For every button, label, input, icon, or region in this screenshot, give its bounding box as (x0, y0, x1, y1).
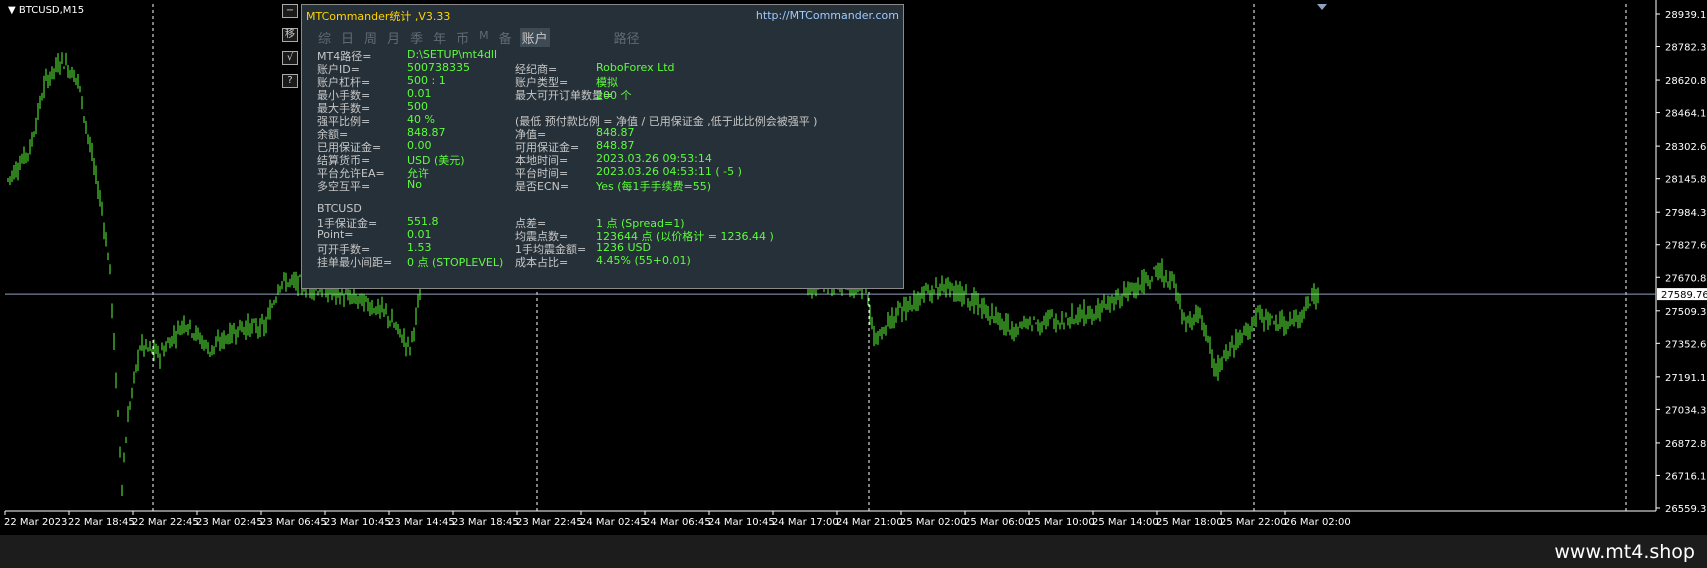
time-tick-label: 25 Mar 06:00 (964, 517, 1031, 528)
time-tick-label: 26 Mar 02:00 (1284, 517, 1351, 528)
info-v1-value: 500 : 1 (407, 74, 446, 87)
time-tick-label: 23 Mar 10:45 (324, 517, 391, 528)
info-v1-value: 0.01 (407, 228, 432, 241)
info-v2-value: 1236 USD (596, 241, 651, 254)
price-tick-label: 27034.35 (1665, 405, 1707, 416)
price-tick-label: 28302.60 (1665, 142, 1707, 153)
info-v1-value: 1.53 (407, 241, 432, 254)
price-tick-label: 27984.35 (1665, 208, 1707, 219)
price-tick-label: 27670.85 (1665, 273, 1707, 284)
time-tick-label: 22 Mar 18:45 (68, 517, 135, 528)
time-tick-label: 25 Mar 10:00 (1028, 517, 1095, 528)
time-tick-label: 23 Mar 14:45 (388, 517, 455, 528)
info-v2-value: 2023.03.26 09:53:14 (596, 152, 712, 165)
time-tick-label: 23 Mar 06:45 (260, 517, 327, 528)
time-tick-label: 25 Mar 14:00 (1092, 517, 1159, 528)
price-tick-label: 26716.10 (1665, 471, 1707, 482)
info-v2-value: RoboForex Ltd (596, 61, 675, 74)
info-v2-value: 200 个 (596, 89, 632, 102)
info-v1-value: 0 点 (STOPLEVEL) (407, 256, 504, 269)
info-v1-value: 551.8 (407, 215, 439, 228)
dropdown-triangle-icon[interactable]: ▼ (8, 5, 16, 16)
symbol-timeframe-label: ▼ BTCUSD,M15 (8, 5, 84, 16)
price-tick-label: 26872.85 (1665, 439, 1707, 450)
info-v1-value: 0.01 (407, 87, 432, 100)
tab-backup[interactable]: 备 (497, 28, 514, 47)
symbol-section-title: BTCUSD (317, 202, 362, 215)
info-v2-value: Yes (每1手手续费=55) (596, 180, 712, 193)
price-tick-label: 27352.60 (1665, 339, 1707, 350)
time-tick-label: 24 Mar 06:45 (644, 517, 711, 528)
time-tick-label: 24 Mar 17:00 (772, 517, 839, 528)
time-tick-label: 24 Mar 21:00 (836, 517, 903, 528)
info-v1-value: No (407, 178, 422, 191)
mtcommander-stats-panel: MTCommander统计 ,V3.33 http://MTCommander.… (301, 4, 904, 289)
tab-day[interactable]: 日 (339, 28, 356, 47)
info-v1-value: 848.87 (407, 126, 446, 139)
tab-m[interactable]: M (477, 28, 491, 47)
symbol-label-text: BTCUSD,M15 (18, 5, 85, 16)
panel-url-link[interactable]: http://MTCommander.com (756, 9, 899, 22)
price-tick-label: 26559.35 (1665, 504, 1707, 515)
time-tick-label: 22 Mar 22:45 (132, 517, 199, 528)
time-tick-label: 25 Mar 18:00 (1156, 517, 1223, 528)
current-price-label: 27589.76 (1661, 290, 1707, 301)
help-button[interactable]: ? (282, 74, 298, 88)
panel-tabs: 综 日 周 月 季 年 币 M 备 账户 路径 (316, 28, 648, 47)
tab-year[interactable]: 年 (431, 28, 448, 47)
minimize-button[interactable]: − (282, 4, 298, 18)
check-button[interactable]: √ (282, 51, 298, 65)
info-v1-value: 40 % (407, 113, 435, 126)
info-l2-label: 是否ECN= (515, 180, 570, 193)
time-tick-label: 24 Mar 02:45 (580, 517, 647, 528)
price-tick-label: 28939.10 (1665, 10, 1707, 21)
time-tick-label: 23 Mar 22:45 (516, 517, 583, 528)
price-tick-label: 28464.10 (1665, 109, 1707, 120)
bottom-bar: www.mt4.shop (0, 535, 1707, 568)
time-tick-label: 23 Mar 02:45 (196, 517, 263, 528)
move-button[interactable]: 移 (282, 28, 298, 42)
info-v2-value: 2023.03.26 04:53:11 ( -5 ) (596, 165, 742, 178)
info-l1-label: 挂单最小间距= (317, 256, 393, 269)
info-l1-label: Point= (317, 228, 354, 241)
watermark: www.mt4.shop (1554, 541, 1695, 563)
info-v2-value: 4.45% (55+0.01) (596, 254, 691, 267)
tab-currency[interactable]: 币 (454, 28, 471, 47)
price-tick-label: 28782.35 (1665, 43, 1707, 54)
info-v2-value: 848.87 (596, 139, 635, 152)
price-tick-label: 28145.85 (1665, 175, 1707, 186)
tab-month[interactable]: 月 (385, 28, 402, 47)
time-tick-label: 25 Mar 22:00 (1220, 517, 1287, 528)
chart-shift-icon[interactable] (1317, 4, 1327, 10)
info-l2-label: (最低 预付款比例 = 净值 / 已用保证金 ,低于此比例会被强平 ) (515, 115, 818, 128)
info-v1-value: 0.00 (407, 139, 432, 152)
tab-summary[interactable]: 综 (316, 28, 333, 47)
tab-path[interactable]: 路径 (612, 28, 642, 47)
price-tick-label: 28620.85 (1665, 76, 1707, 87)
info-l2-label: 成本占比= (515, 256, 569, 269)
info-v1-value: 500738335 (407, 61, 470, 74)
tab-week[interactable]: 周 (362, 28, 379, 47)
tab-quarter[interactable]: 季 (408, 28, 425, 47)
time-tick-label: 24 Mar 10:45 (708, 517, 775, 528)
time-tick-label: 25 Mar 02:00 (900, 517, 967, 528)
info-v1-value: 500 (407, 100, 428, 113)
price-tick-label: 27509.35 (1665, 307, 1707, 318)
time-tick-label: 23 Mar 18:45 (452, 517, 519, 528)
tab-account[interactable]: 账户 (519, 28, 550, 47)
info-l1-label: 多空互平= (317, 180, 371, 193)
info-v2-value: 848.87 (596, 126, 635, 139)
time-tick-label: 22 Mar 2023 (4, 517, 67, 528)
panel-title: MTCommander统计 ,V3.33 (306, 10, 451, 23)
price-tick-label: 27191.10 (1665, 373, 1707, 384)
info-v1-value: D:\SETUP\mt4dll (407, 48, 498, 61)
price-tick-label: 27827.60 (1665, 241, 1707, 252)
